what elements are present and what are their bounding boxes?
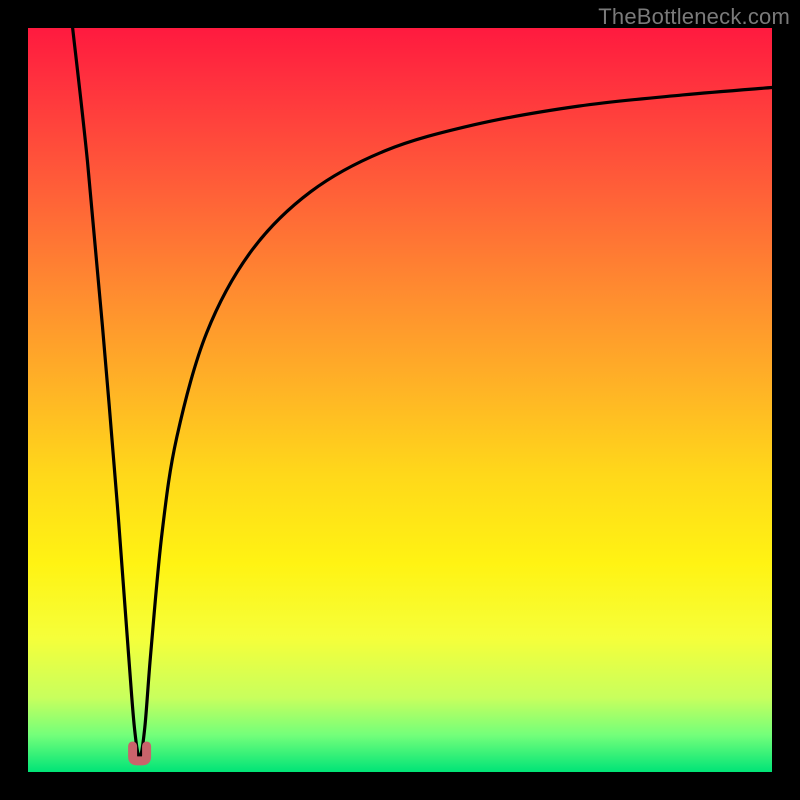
bottleneck-curve xyxy=(73,28,772,757)
curve-layer xyxy=(28,28,772,772)
watermark-text: TheBottleneck.com xyxy=(598,4,790,30)
plot-area xyxy=(28,28,772,772)
chart-container: TheBottleneck.com xyxy=(0,0,800,800)
cusp-marker xyxy=(133,746,147,761)
